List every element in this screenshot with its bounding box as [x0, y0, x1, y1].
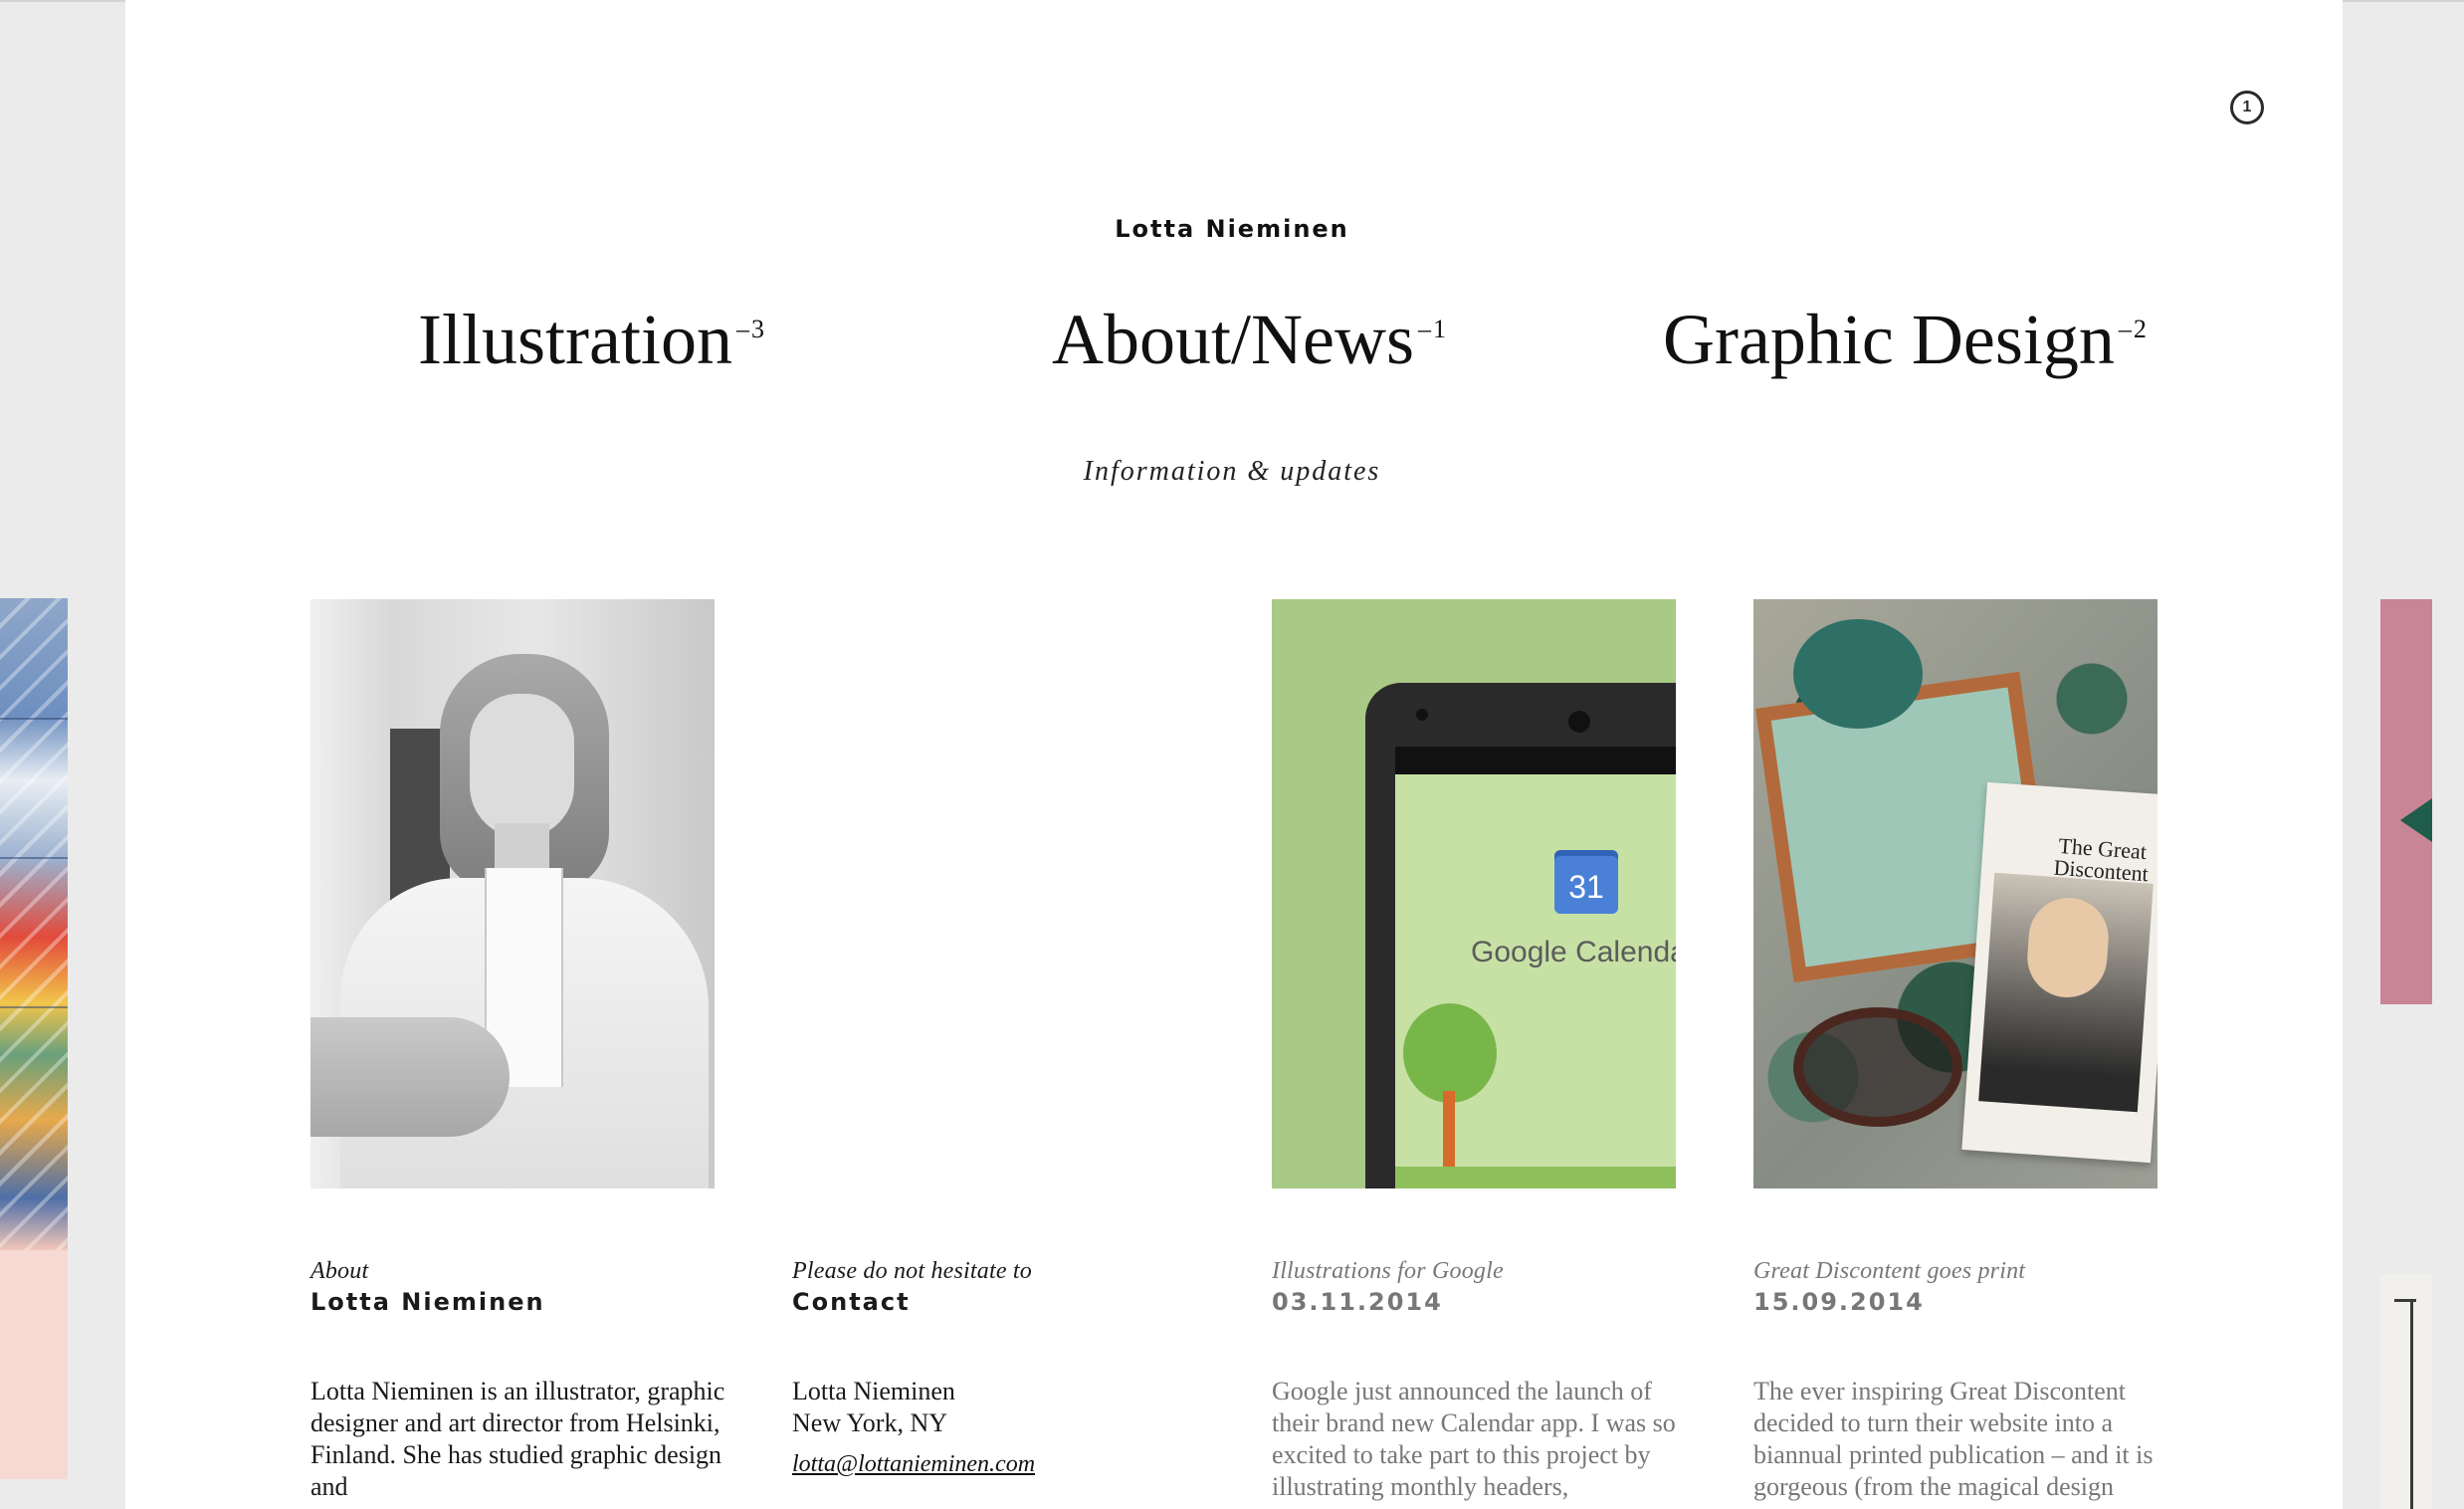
phone-screen [1395, 774, 1676, 1188]
next-slide-peek-lower[interactable] [2380, 1274, 2432, 1509]
calendar-app-name: Google Calenda [1471, 936, 1676, 969]
notification-counter[interactable]: 1 [2230, 91, 2264, 124]
previous-slide-artwork [0, 598, 68, 1250]
next-slide-artwork [2410, 1299, 2413, 1509]
phone-camera [1416, 709, 1428, 721]
contact-kicker: Please do not hesitate to [792, 1258, 1032, 1284]
news-excerpt: The ever inspiring Great Discontent deci… [1753, 1377, 2154, 1501]
ground-illustration [1395, 1167, 1676, 1188]
previous-slide-peek[interactable] [0, 598, 68, 1479]
artwork-stripe [0, 718, 68, 720]
news-excerpt: Google just announced the launch of thei… [1272, 1377, 1676, 1501]
magazine-title: The Great Discontent [2052, 832, 2150, 887]
portrait-photo [310, 599, 715, 1188]
about-body: Lotta Nieminen is an illustrator, graphi… [310, 1377, 725, 1501]
nav-graphic-design-count: –2 [2118, 315, 2149, 343]
news-title: Great Discontent goes print [1753, 1258, 2026, 1284]
contact-name: Lotta Nieminen [792, 1377, 955, 1405]
news-date: 15.09.2014 [1753, 1288, 1925, 1316]
plant-pot [1793, 619, 1923, 729]
news-date: 03.11.2014 [1272, 1288, 1443, 1316]
nav-about-news-count: –1 [1417, 315, 1448, 343]
nav-graphic-design[interactable]: Graphic Design –2 [1663, 299, 2147, 381]
news-item-great-discontent[interactable]: Great Discontent goes print 15.09.2014 T… [1753, 1256, 2171, 1501]
tree-illustration [1403, 1003, 1497, 1103]
nav-about-news[interactable]: About/News –1 [1052, 299, 1446, 381]
artwork-stripe [0, 1006, 68, 1008]
news-title: Illustrations for Google [1272, 1258, 1504, 1284]
contact-location: New York, NY [792, 1408, 948, 1437]
nav-illustration-count: –3 [735, 315, 766, 343]
great-discontent-image[interactable]: The Great Discontent [1753, 599, 2157, 1188]
nav-graphic-design-label: Graphic Design [1663, 300, 2115, 379]
tree-trunk [1443, 1091, 1455, 1179]
about-kicker: About [310, 1258, 369, 1284]
news-item-google[interactable]: Illustrations for Google 03.11.2014 Goog… [1272, 1256, 1690, 1501]
phone-status-bar [1395, 747, 1676, 774]
contact-column: Please do not hesitate to Contact Lotta … [792, 1256, 1210, 1477]
site-title[interactable]: Lotta Nieminen [0, 215, 2464, 243]
contact-body: Lotta Nieminen New York, NY [792, 1376, 1210, 1439]
artwork-stripe [0, 857, 68, 859]
phone-speaker [1568, 711, 1590, 733]
calendar-icon: 31 [1554, 856, 1618, 914]
about-heading: Lotta Nieminen [310, 1288, 545, 1316]
next-slide-artwork [2400, 798, 2432, 842]
google-calendar-image[interactable]: 31 Google Calenda [1272, 599, 1676, 1188]
nav-about-news-label: About/News [1052, 300, 1414, 379]
sunglasses [1793, 1007, 1962, 1127]
nav-illustration-label: Illustration [418, 300, 732, 379]
photo-arm [310, 1017, 510, 1137]
contact-heading: Contact [792, 1288, 911, 1316]
about-column: About Lotta Nieminen Lotta Nieminen is a… [310, 1256, 728, 1501]
photo-face [470, 694, 574, 838]
next-slide-peek[interactable] [2380, 599, 2432, 1004]
nav-illustration[interactable]: Illustration –3 [418, 299, 764, 381]
section-subtitle: Information & updates [1083, 456, 1381, 487]
contact-email-link[interactable]: lotta@lottanieminen.com [792, 1451, 1035, 1478]
